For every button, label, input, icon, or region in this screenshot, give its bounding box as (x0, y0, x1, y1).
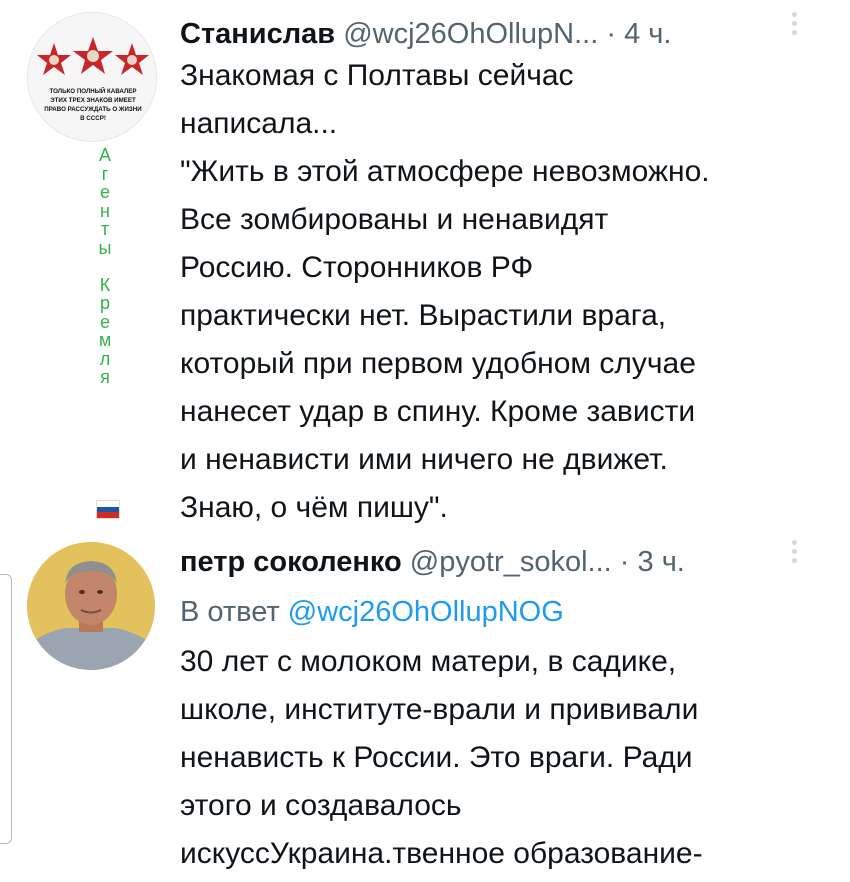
tweet-line: Все зомбированы и ненавидят (180, 203, 609, 236)
author-handle[interactable]: @wcj26OhOllupN... (343, 18, 598, 50)
red-star-badge-icon: ТОЛЬКО ПОЛНЫЙ КАВАЛЕР ЭТИХ ТРЕХ ЗНАКОВ И… (28, 13, 156, 141)
timestamp[interactable]: 3 ч. (638, 546, 685, 578)
scroll-handle[interactable] (0, 574, 12, 844)
tweet-line: и ненависти ими ничего не движет. (180, 443, 668, 476)
timestamp[interactable]: 4 ч. (624, 18, 671, 50)
reply-prefix: В ответ (180, 596, 280, 628)
thread-label: А г е н т ы К р е м л я (92, 146, 118, 387)
thread-letter: л (99, 348, 111, 369)
reply-context: В ответ @wcj26OhOllupNOG (180, 590, 564, 634)
tweet-text: Знакомая с Полтавы сейчас написала... "Ж… (180, 52, 830, 532)
tweet-line: который при первом удобном случае (180, 347, 696, 380)
tweet-header: Станислав @wcj26OhOllupN... · 4 ч. (180, 14, 671, 54)
avatar-caption-3: ПРАВО РАССУЖДАТЬ О ЖИЗНИ (44, 106, 142, 113)
author-name[interactable]: петр соколенко (180, 546, 402, 578)
avatar[interactable] (27, 542, 155, 670)
thread-letter: К (99, 274, 111, 295)
tweet-line: Россию. Сторонников РФ (180, 251, 534, 284)
tweet-text: 30 лет с молоком матери, в садике, школе… (180, 638, 830, 878)
thread-letter: н (100, 200, 110, 221)
thread-letter: ы (98, 237, 112, 258)
thread-letter: А (98, 145, 111, 165)
thread-letter: р (99, 293, 110, 313)
author-name[interactable]: Станислав (180, 18, 335, 50)
tweet-line: школе, институте-врали и прививали (180, 693, 699, 726)
tweet-line: Знаю, о чём пишу". (180, 491, 448, 524)
tweet-line: искуссУкраина.твенное образование- (180, 837, 703, 870)
reply-mention-link[interactable]: @wcj26OhOllupNOG (288, 596, 564, 628)
avatar[interactable]: ТОЛЬКО ПОЛНЫЙ КАВАЛЕР ЭТИХ ТРЕХ ЗНАКОВ И… (27, 12, 157, 142)
thread-letter (92, 257, 118, 276)
thread-letter: е (99, 182, 110, 202)
russian-flag-icon (96, 500, 120, 519)
tweet[interactable]: петр соколенко @pyotr_sokol... · 3 ч. В … (0, 530, 850, 882)
thread-letter: т (100, 219, 110, 239)
author-handle[interactable]: @pyotr_sokol... (410, 546, 612, 578)
tweet-line: Знакомая с Полтавы сейчас (180, 59, 574, 92)
person-photo-icon (27, 542, 155, 670)
tweet-line: нанесет удар в спину. Кроме зависти (180, 395, 696, 428)
thread-letter: е (99, 311, 110, 332)
separator: · (606, 18, 617, 50)
avatar-caption-4: В СССР! (80, 115, 106, 122)
more-options-icon[interactable] (792, 540, 798, 567)
tweet-line: 30 лет с молоком матери, в садике, (180, 645, 677, 678)
tweet-header: петр соколенко @pyotr_sokol... · 3 ч. (180, 542, 685, 582)
separator: · (619, 546, 630, 578)
tweet-line: практически нет. Вырастили врага, (180, 299, 667, 332)
tweet-line: написала... (180, 107, 338, 140)
tweet[interactable]: ТОЛЬКО ПОЛНЫЙ КАВАЛЕР ЭТИХ ТРЕХ ЗНАКОВ И… (0, 0, 850, 530)
thread-letter: м (98, 330, 112, 350)
tweet-line: этого и создавалось (180, 789, 462, 822)
avatar-caption-2: ЭТИХ ТРЕХ ЗНАКОВ ИМЕЕТ (50, 97, 136, 104)
tweet-line: ненависть к России. Это враги. Ради (180, 741, 693, 774)
more-options-icon[interactable] (792, 12, 798, 39)
thread-letter: я (100, 367, 110, 387)
avatar-caption-1: ТОЛЬКО ПОЛНЫЙ КАВАЛЕР (49, 87, 136, 95)
thread-letter: г (101, 163, 109, 184)
tweet-line: "Жить в этой атмосфере невозможно. (180, 155, 710, 188)
